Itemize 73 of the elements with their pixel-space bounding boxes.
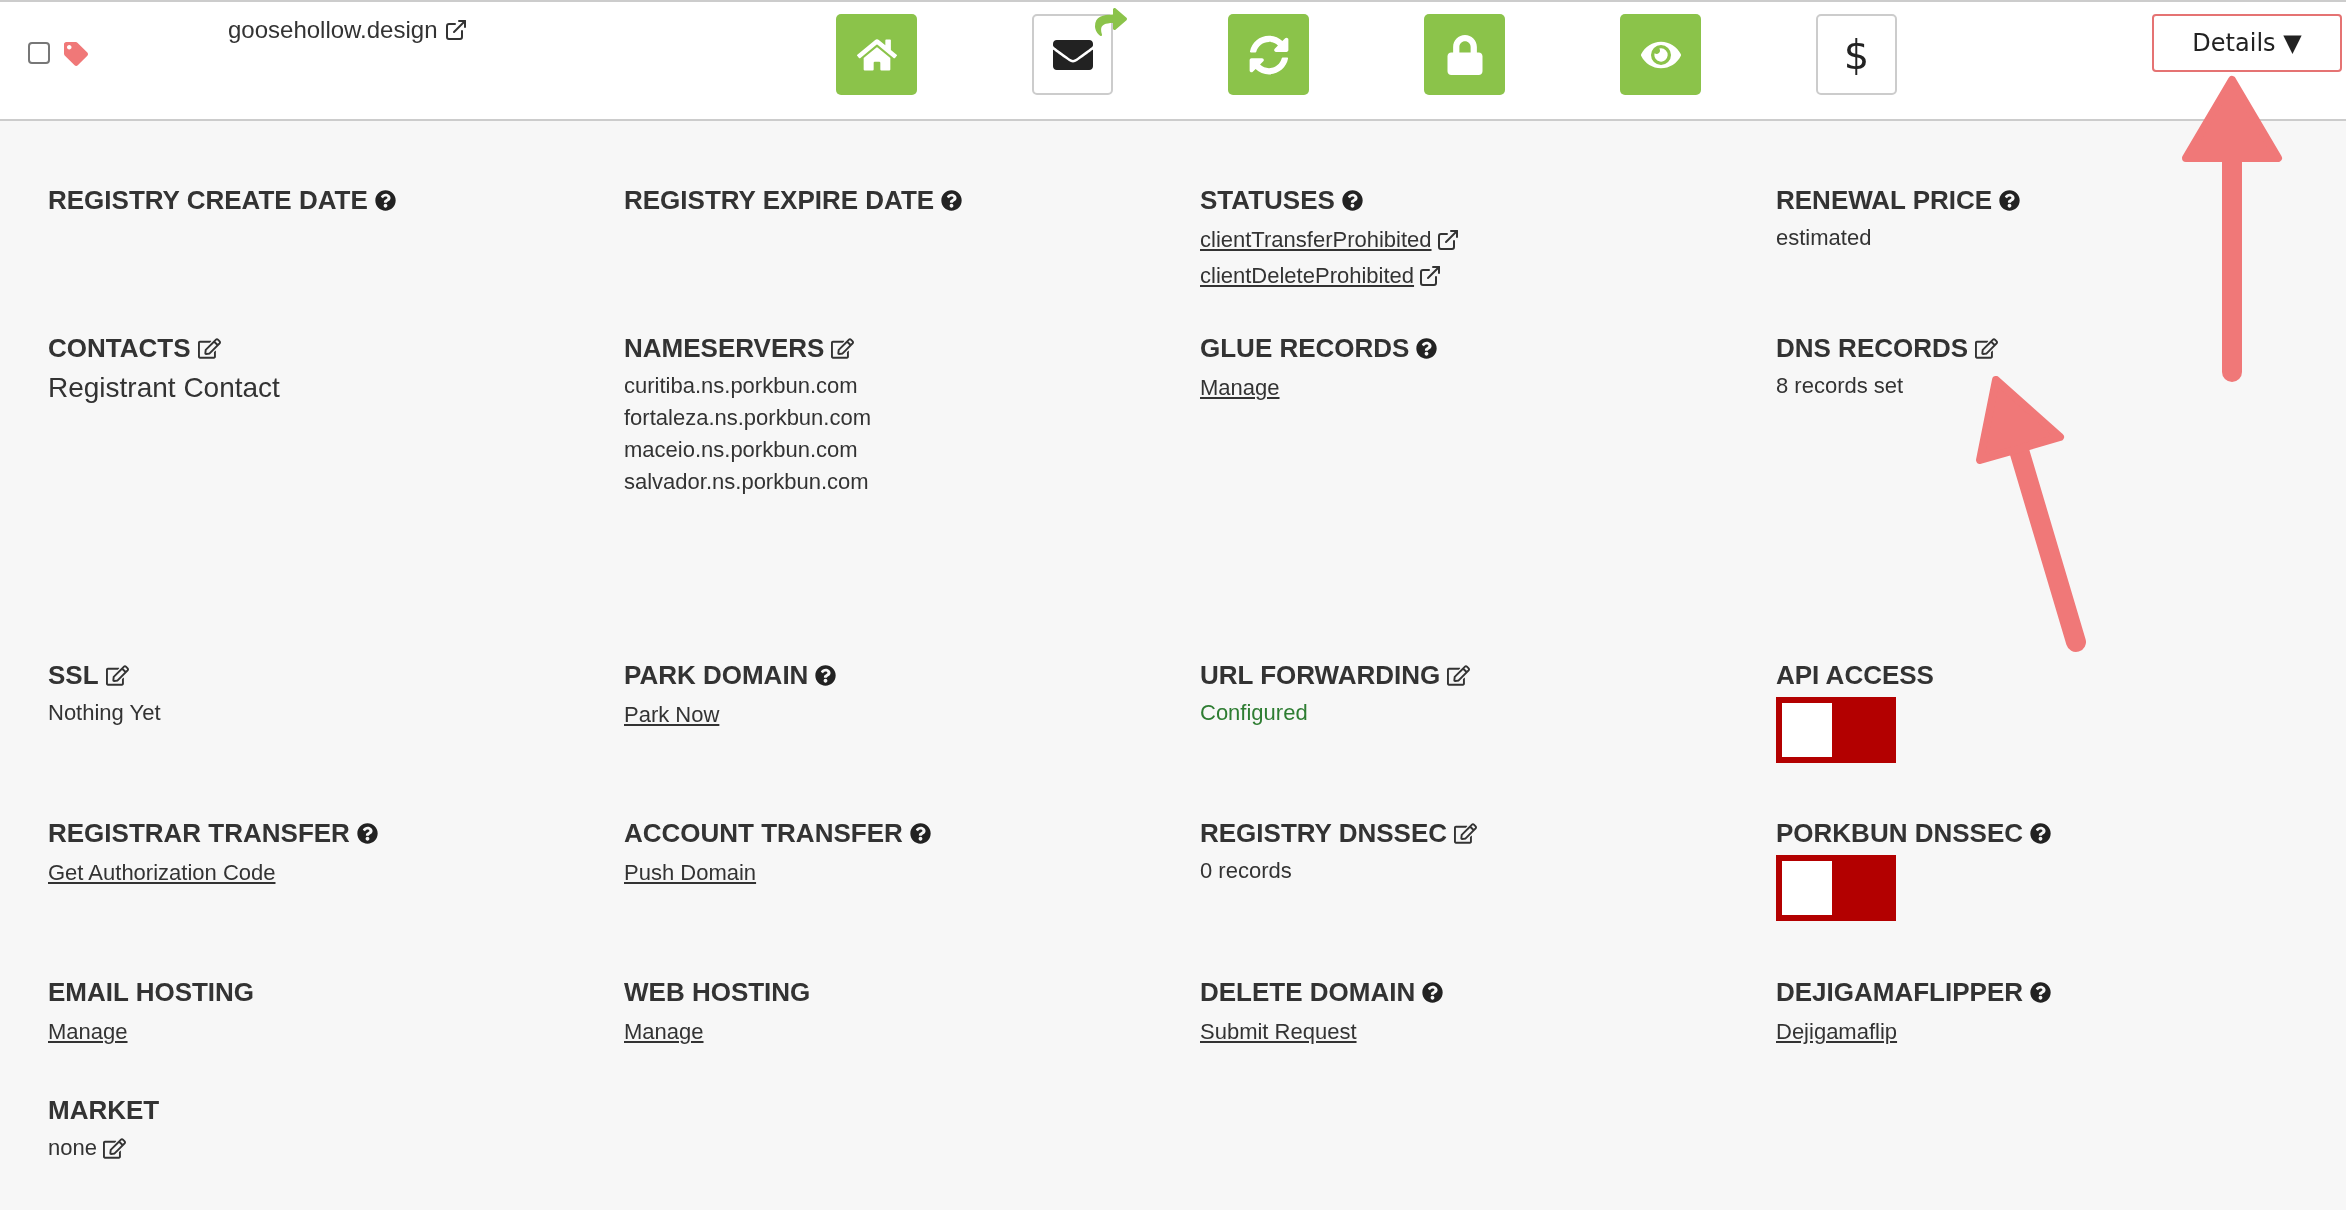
details-button[interactable]: Details ▼ xyxy=(2152,14,2342,72)
status-value: Configured xyxy=(1200,699,1308,727)
field-title: WEB HOSTING xyxy=(624,977,811,1008)
field-title: CONTACTS xyxy=(48,333,191,364)
forward-arrow-icon xyxy=(1095,6,1127,38)
field-title: STATUSES xyxy=(1200,185,1335,216)
field-link[interactable]: Get Authorization Code xyxy=(48,855,276,891)
edit-icon[interactable] xyxy=(197,337,221,360)
tag-icon xyxy=(64,42,88,66)
help-icon[interactable] xyxy=(1999,190,2021,211)
edit-icon[interactable] xyxy=(102,1136,126,1160)
field-title: REGISTRY DNSSEC xyxy=(1200,818,1448,849)
external-link-icon[interactable] xyxy=(1435,228,1460,252)
help-icon[interactable] xyxy=(2030,823,2052,844)
field-value: salvador.ns.porkbun.com xyxy=(624,468,869,496)
external-link-icon[interactable] xyxy=(443,18,468,42)
help-icon[interactable] xyxy=(815,665,837,686)
status-link[interactable]: clientDeleteProhibited xyxy=(1200,258,1415,294)
edit-icon[interactable] xyxy=(831,337,855,360)
field-title: SSL xyxy=(48,660,99,691)
field-link[interactable]: Dejigamaflip xyxy=(1776,1014,1898,1050)
field-title: URL FORWARDING xyxy=(1200,660,1441,691)
field-link[interactable]: Submit Request xyxy=(1200,1014,1357,1050)
field-title: NAMESERVERS xyxy=(624,333,825,364)
checkbox[interactable] xyxy=(28,42,50,64)
status-link[interactable]: clientTransferProhibited xyxy=(1200,222,1432,258)
edit-icon[interactable] xyxy=(1975,337,1999,360)
help-icon[interactable] xyxy=(1341,190,1363,211)
field-title: REGISTRAR TRANSFER xyxy=(48,818,350,849)
edit-icon[interactable] xyxy=(1447,664,1471,687)
domain-name: goosehollow.design xyxy=(228,16,438,44)
field-value: maceio.ns.porkbun.com xyxy=(624,436,858,464)
help-icon[interactable] xyxy=(941,190,963,211)
field-link[interactable]: Manage xyxy=(1200,370,1280,406)
field-title: DNS RECORDS xyxy=(1776,333,1969,364)
refresh-icon xyxy=(1248,34,1289,75)
edit-icon[interactable] xyxy=(105,664,129,687)
field-link[interactable]: Push Domain xyxy=(624,855,757,891)
help-icon[interactable] xyxy=(1422,982,1444,1003)
field-title: REGISTRY EXPIRE DATE xyxy=(624,185,935,216)
field-value: 8 records set xyxy=(1776,372,1904,400)
help-icon[interactable] xyxy=(1416,338,1438,359)
field-title: MARKET xyxy=(48,1095,160,1126)
external-link-icon[interactable] xyxy=(1418,264,1443,288)
field-value: curitiba.ns.porkbun.com xyxy=(624,372,858,400)
field-link[interactable]: Manage xyxy=(48,1014,128,1050)
help-icon[interactable] xyxy=(2030,982,2052,1003)
field-title: REGISTRY CREATE DATE xyxy=(48,185,368,216)
field-title: EMAIL HOSTING xyxy=(48,977,255,1008)
field-value: Registrant Contact xyxy=(48,371,280,405)
field-link[interactable]: Park Now xyxy=(624,697,720,733)
field-title: PARK DOMAIN xyxy=(624,660,809,691)
field-title: GLUE RECORDS xyxy=(1200,333,1410,364)
field-title: ACCOUNT TRANSFER xyxy=(624,818,903,849)
price-button[interactable]: $ xyxy=(1816,14,1897,95)
help-icon[interactable] xyxy=(909,823,931,844)
field-title: DELETE DOMAIN xyxy=(1200,977,1416,1008)
field-title: PORKBUN DNSSEC xyxy=(1776,818,2024,849)
help-icon[interactable] xyxy=(356,823,378,844)
field-value: none xyxy=(48,1134,97,1162)
field-title: DEJIGAMAFLIPPER xyxy=(1776,977,2024,1008)
help-icon[interactable] xyxy=(374,190,396,211)
field-title: RENEWAL PRICE xyxy=(1776,185,1993,216)
field-value: estimated xyxy=(1776,224,1872,252)
edit-icon[interactable] xyxy=(1454,822,1478,845)
toggle-switch[interactable] xyxy=(1776,855,1896,921)
field-title: API ACCESS xyxy=(1776,660,1934,691)
field-value: 0 records xyxy=(1200,857,1292,885)
field-value: Nothing Yet xyxy=(48,699,161,727)
envelope-button[interactable] xyxy=(1032,14,1113,95)
toggle-switch[interactable] xyxy=(1776,697,1896,763)
field-value: fortaleza.ns.porkbun.com xyxy=(624,404,872,432)
field-link[interactable]: Manage xyxy=(624,1014,704,1050)
